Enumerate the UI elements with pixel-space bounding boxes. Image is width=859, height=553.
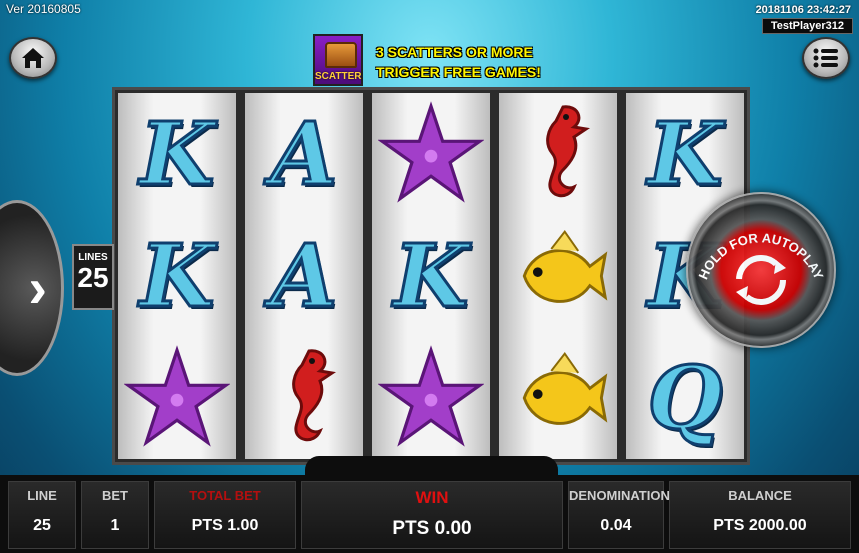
line-label: LINE [27, 488, 57, 503]
total-bet-value: PTS 1.00 [191, 517, 259, 534]
reel-3: K [372, 93, 490, 459]
scatter-symbol-icon: SCATTER [313, 34, 363, 86]
home-icon [22, 48, 44, 68]
autoplay-button[interactable]: HOLD FOR AUTOPLAY [686, 192, 836, 348]
banner-line-1: 3 SCATTERS OR MORE [376, 44, 533, 60]
reel-area: K K A A K K K Q [112, 87, 750, 465]
menu-button[interactable] [802, 37, 850, 79]
denomination-cell[interactable]: DENOMINATION 0.04 [568, 481, 670, 549]
version-label: Ver 20160805 [6, 2, 81, 16]
symbol-k: K [138, 224, 216, 328]
player-name: TestPlayer312 [761, 18, 853, 34]
win-cell: WIN PTS 0.00 [301, 481, 563, 549]
symbol-k: K [392, 224, 470, 328]
line-value: 25 [33, 517, 51, 534]
reel-1: K K [118, 93, 236, 459]
refresh-icon [736, 255, 786, 305]
scatter-label: SCATTER [315, 71, 362, 82]
lines-value: 25 [77, 262, 109, 293]
banner-line-2: TRIGGER FREE GAMES! [376, 64, 541, 80]
win-value: PTS 0.00 [392, 518, 472, 539]
datetime-label: 20181106 23:42:27 [755, 4, 851, 16]
home-button[interactable] [9, 37, 57, 79]
chevron-right-icon: › [28, 256, 47, 319]
symbol-k: K [138, 102, 216, 206]
symbol-q: Q [646, 346, 724, 450]
menu-icon [813, 48, 838, 68]
total-bet-cell: TOTAL BET PTS 1.00 [154, 481, 296, 549]
starfish-icon [372, 93, 490, 215]
lines-indicator: LINES 25 [72, 244, 114, 310]
side-panel-toggle[interactable]: › [0, 200, 64, 376]
denomination-value: 0.04 [600, 517, 632, 534]
yellow-fish-icon [499, 215, 617, 337]
bet-value: 1 [110, 517, 120, 534]
scatter-banner: 3 SCATTERS OR MORE TRIGGER FREE GAMES! [376, 42, 541, 82]
reel-4 [499, 93, 617, 459]
treasure-chest-icon [325, 42, 357, 68]
seahorse-icon [499, 93, 617, 215]
bottom-panel: LINE 25 BET 1 TOTAL BET PTS 1.00 WIN PTS… [0, 475, 859, 553]
bet-cell[interactable]: BET 1 [81, 481, 149, 549]
symbol-a: A [269, 102, 339, 206]
starfish-icon [372, 337, 490, 459]
balance-cell: BALANCE PTS 2000.00 [669, 481, 851, 549]
reel-2: A A [245, 93, 363, 459]
balance-label: BALANCE [728, 488, 792, 503]
starfish-icon [118, 337, 236, 459]
game-screen: Ver 20160805 20181106 23:42:27 TestPlaye… [0, 0, 859, 553]
line-cell[interactable]: LINE 25 [8, 481, 76, 549]
bet-label: BET [102, 488, 128, 503]
total-bet-label: TOTAL BET [189, 488, 261, 503]
balance-value: PTS 2000.00 [713, 517, 807, 534]
win-label: WIN [415, 488, 449, 507]
denomination-label: DENOMINATION [569, 488, 670, 503]
seahorse-icon [245, 337, 363, 459]
autoplay-label: HOLD FOR AUTOPLAY [695, 230, 827, 305]
yellow-fish-icon [499, 337, 617, 459]
symbol-a: A [269, 224, 339, 328]
